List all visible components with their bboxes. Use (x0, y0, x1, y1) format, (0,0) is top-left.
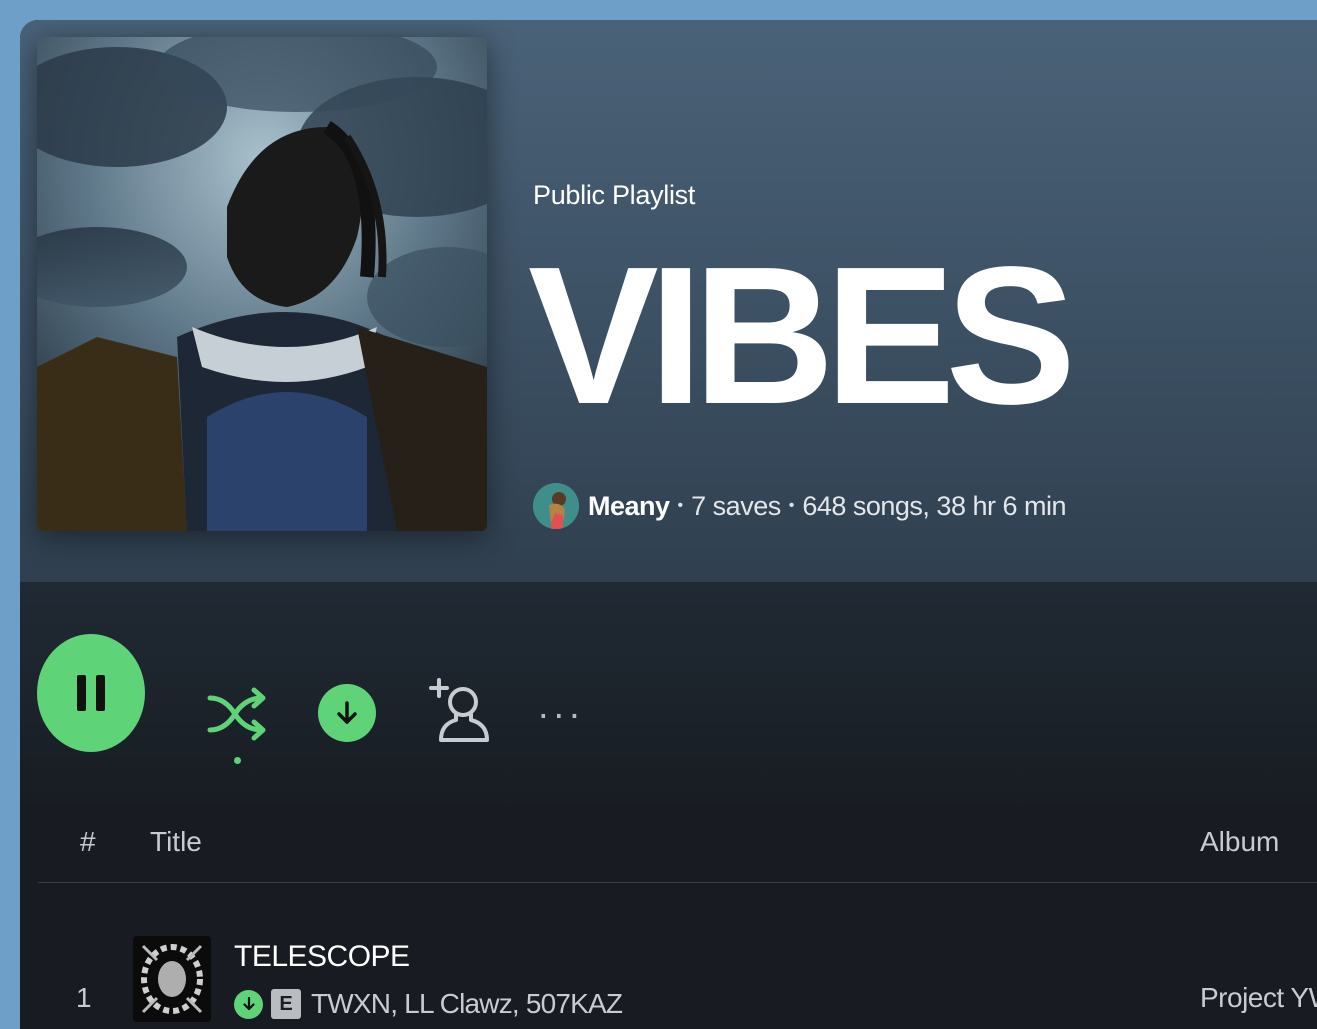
owner-avatar[interactable] (533, 483, 579, 529)
downloaded-icon (234, 989, 263, 1019)
playlist-summary: 648 songs, 38 hr 6 min (802, 490, 1066, 521)
shuffle-active-indicator (234, 757, 241, 764)
playlist-type-label: Public Playlist (533, 180, 696, 210)
track-subtitle: E TWXN, LL Clawz, 507KAZ (234, 988, 623, 1020)
app-window: Public Playlist VIBES Meany • 7 saves • … (20, 20, 1317, 1029)
add-user-icon[interactable] (423, 676, 493, 746)
shuffle-icon[interactable] (207, 684, 269, 744)
pause-button[interactable] (37, 634, 145, 752)
track-number: 1 (76, 982, 92, 1013)
column-album[interactable]: Album (1200, 826, 1279, 858)
column-number: # (80, 826, 96, 857)
playlist-cover-image[interactable] (37, 37, 487, 531)
action-bar: ... (20, 582, 1317, 812)
owner-name-link[interactable]: Meany (588, 491, 670, 522)
more-options-icon[interactable]: ... (538, 687, 585, 725)
playlist-header: Public Playlist VIBES Meany • 7 saves • … (20, 20, 1317, 582)
track-artwork (133, 936, 211, 1022)
pause-icon (77, 675, 105, 711)
separator: • (677, 497, 684, 514)
playlist-title: VIBES (528, 226, 1076, 445)
separator: • (788, 497, 795, 514)
download-button[interactable] (318, 684, 376, 742)
saves-count: 7 saves (691, 490, 781, 521)
explicit-badge: E (271, 989, 301, 1019)
column-title[interactable]: Title (150, 826, 202, 858)
tracklist-header: # Title Album (38, 812, 1317, 883)
track-album[interactable]: Project YW (1200, 982, 1317, 1014)
track-artists[interactable]: TWXN, LL Clawz, 507KAZ (311, 988, 623, 1020)
download-icon (337, 701, 357, 724)
playlist-meta: Meany • 7 saves • 648 songs, 38 hr 6 min (533, 481, 1066, 531)
table-row[interactable]: 1 TELESCOPE E TWXN, LL Clawz, 507KAZ Pro… (38, 926, 1317, 1029)
track-title[interactable]: TELESCOPE (234, 940, 410, 974)
